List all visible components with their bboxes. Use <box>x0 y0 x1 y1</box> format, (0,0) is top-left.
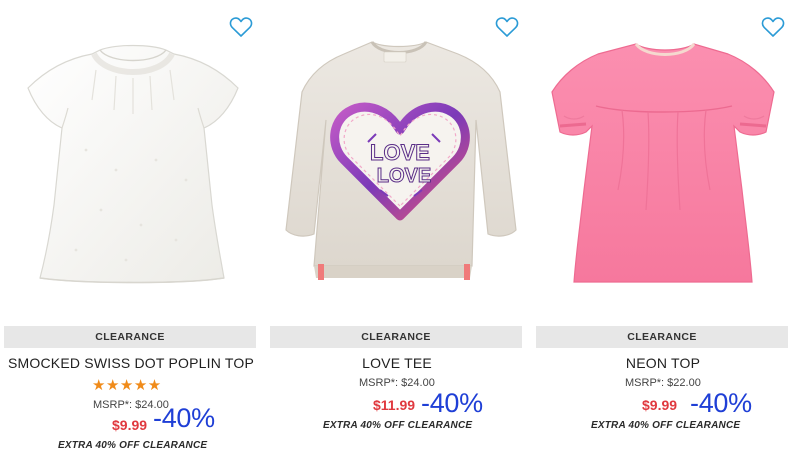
graphic-text: LOVE <box>377 165 431 187</box>
discount-badge: -40% <box>690 388 752 418</box>
discount-badge: -40% <box>153 403 215 433</box>
product-card[interactable]: CLEARANCE NEON TOP MSRP*: $22.00 $9.99 -… <box>532 0 798 458</box>
product-name[interactable]: LOVE TEE <box>266 355 528 371</box>
discount-badge: -40% <box>421 388 483 418</box>
clearance-badge: CLEARANCE <box>4 326 256 348</box>
product-name[interactable]: SMOCKED SWISS DOT POPLIN TOP <box>0 355 262 371</box>
product-image[interactable] <box>538 30 792 300</box>
product-card[interactable]: LOVE LOVE CLEARANCE LOVE TEE MSRP*: $24.… <box>266 0 532 458</box>
product-image[interactable] <box>6 30 260 300</box>
graphic-text: LOVE <box>370 140 430 165</box>
clearance-badge: CLEARANCE <box>536 326 788 348</box>
promo-text: EXTRA 40% OFF CLEARANCE <box>323 420 473 431</box>
promo-text: EXTRA 40% OFF CLEARANCE <box>58 440 208 451</box>
product-image[interactable]: LOVE LOVE <box>272 30 526 300</box>
promo-text: EXTRA 40% OFF CLEARANCE <box>591 420 741 431</box>
sale-price: $11.99 <box>373 397 416 413</box>
clearance-badge: CLEARANCE <box>270 326 522 348</box>
sale-price: $9.99 <box>642 397 678 413</box>
product-card[interactable]: CLEARANCE SMOCKED SWISS DOT POPLIN TOP ★… <box>0 0 266 458</box>
product-name[interactable]: NEON TOP <box>532 355 794 371</box>
rating-stars: ★★★★★ <box>92 377 162 394</box>
sale-price: $9.99 <box>112 417 148 433</box>
